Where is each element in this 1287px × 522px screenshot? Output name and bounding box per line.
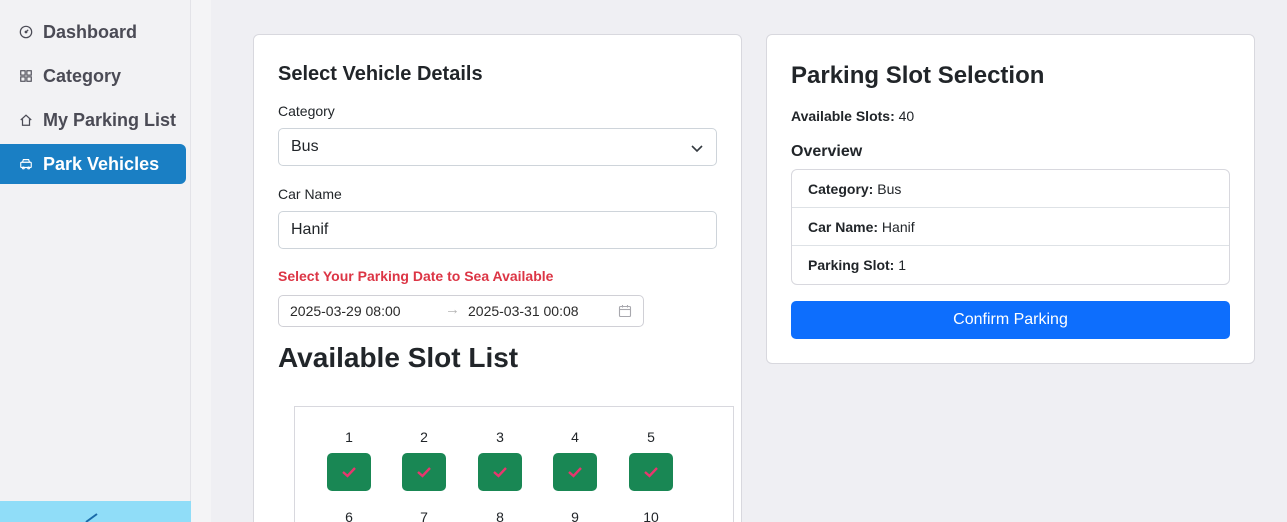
grid-icon <box>18 68 34 84</box>
slot-grid: 1 2 3 4 5 6 7 8 9 10 <box>294 406 734 522</box>
sidebar-item-my-parking-list[interactable]: My Parking List <box>0 100 186 140</box>
slot-10[interactable]: 10 <box>629 509 673 522</box>
overview-label: Category: <box>808 180 874 197</box>
slot-number: 6 <box>345 509 353 522</box>
list-item: Category: Bus <box>792 170 1229 208</box>
category-label: Category <box>278 103 335 119</box>
slot-number: 7 <box>420 509 428 522</box>
slot-8[interactable]: 8 <box>478 509 522 522</box>
slot-4[interactable]: 4 <box>553 429 597 491</box>
slot-9[interactable]: 9 <box>553 509 597 522</box>
parking-slot-card: Parking Slot Selection Available Slots: … <box>766 34 1255 364</box>
overview-title: Overview <box>791 143 863 160</box>
range-arrow-icon: → <box>445 301 460 318</box>
sidebar-item-category[interactable]: Category <box>0 56 186 96</box>
slot-6[interactable]: 6 <box>327 509 371 522</box>
overview-value: Bus <box>877 180 902 197</box>
check-icon <box>493 467 507 478</box>
slot-number: 10 <box>643 509 659 522</box>
check-icon <box>417 467 431 478</box>
sidebar-item-dashboard[interactable]: Dashboard <box>0 12 186 52</box>
category-select[interactable]: Bus <box>278 128 717 166</box>
overview-list: Category: Bus Car Name: Hanif Parking Sl… <box>791 169 1230 285</box>
sidebar-footer <box>0 501 191 522</box>
overview-label: Car Name: <box>808 218 879 235</box>
edit-icon <box>85 513 98 522</box>
end-date-input[interactable]: 2025-03-31 00:08 <box>468 303 579 319</box>
car-name-label: Car Name <box>278 186 342 202</box>
parking-slot-title: Parking Slot Selection <box>791 62 1045 89</box>
vehicle-details-title: Select Vehicle Details <box>278 63 483 85</box>
sidebar-item-label: Dashboard <box>43 21 138 42</box>
overview-label: Parking Slot: <box>808 257 895 273</box>
slot-7[interactable]: 7 <box>402 509 446 522</box>
sidebar: Dashboard Category My Parking List Park … <box>0 0 191 522</box>
available-slots: Available Slots: 40 <box>791 108 914 124</box>
check-icon <box>568 467 582 478</box>
sidebar-item-label: Park Vehicles <box>43 153 160 174</box>
overview-value: 1 <box>898 257 907 273</box>
slot-number: 3 <box>496 429 504 445</box>
slot-number: 1 <box>345 429 353 445</box>
slot-check[interactable] <box>402 453 446 491</box>
calendar-icon <box>618 305 632 318</box>
slot-2[interactable]: 2 <box>402 429 446 491</box>
category-selected-value: Bus <box>291 138 319 155</box>
overview-value: Hanif <box>881 218 915 235</box>
available-slots-value: 40 <box>898 108 915 124</box>
slot-check[interactable] <box>629 453 673 491</box>
check-icon <box>644 467 658 478</box>
chevron-down-icon <box>691 145 703 153</box>
slot-check[interactable] <box>327 453 371 491</box>
car-name-input[interactable]: Hanif <box>278 211 717 249</box>
slot-number: 5 <box>647 429 655 445</box>
date-prompt: Select Your Parking Date to Sea Availabl… <box>278 268 554 284</box>
gauge-icon <box>18 24 34 40</box>
home-icon <box>18 112 34 128</box>
car-name-value: Hanif <box>291 221 329 238</box>
sidebar-item-label: My Parking List <box>43 109 177 130</box>
slot-check[interactable] <box>553 453 597 491</box>
slot-3[interactable]: 3 <box>478 429 522 491</box>
list-item: Parking Slot: 1 <box>792 246 1229 284</box>
sidebar-item-park-vehicles[interactable]: Park Vehicles <box>0 144 186 184</box>
slot-check[interactable] <box>478 453 522 491</box>
date-range-picker[interactable]: 2025-03-29 08:00 → 2025-03-31 00:08 <box>278 295 644 327</box>
available-slot-list-title: Available Slot List <box>278 342 519 373</box>
vehicle-details-card: Select Vehicle Details Category Bus Car … <box>253 34 742 522</box>
slot-1[interactable]: 1 <box>327 429 371 491</box>
sidebar-item-label: Category <box>43 65 122 86</box>
slot-5[interactable]: 5 <box>629 429 673 491</box>
check-icon <box>342 467 356 478</box>
list-item: Car Name: Hanif <box>792 208 1229 246</box>
sidebar-gutter <box>191 0 211 522</box>
slot-number: 8 <box>496 509 504 522</box>
available-slots-label: Available Slots: <box>791 108 895 124</box>
start-date-input[interactable]: 2025-03-29 08:00 <box>290 303 401 319</box>
slot-number: 4 <box>571 429 579 445</box>
confirm-parking-button[interactable]: Confirm Parking <box>791 301 1230 339</box>
slot-number: 9 <box>571 509 579 522</box>
slot-number: 2 <box>420 429 428 445</box>
car-icon <box>18 156 34 172</box>
